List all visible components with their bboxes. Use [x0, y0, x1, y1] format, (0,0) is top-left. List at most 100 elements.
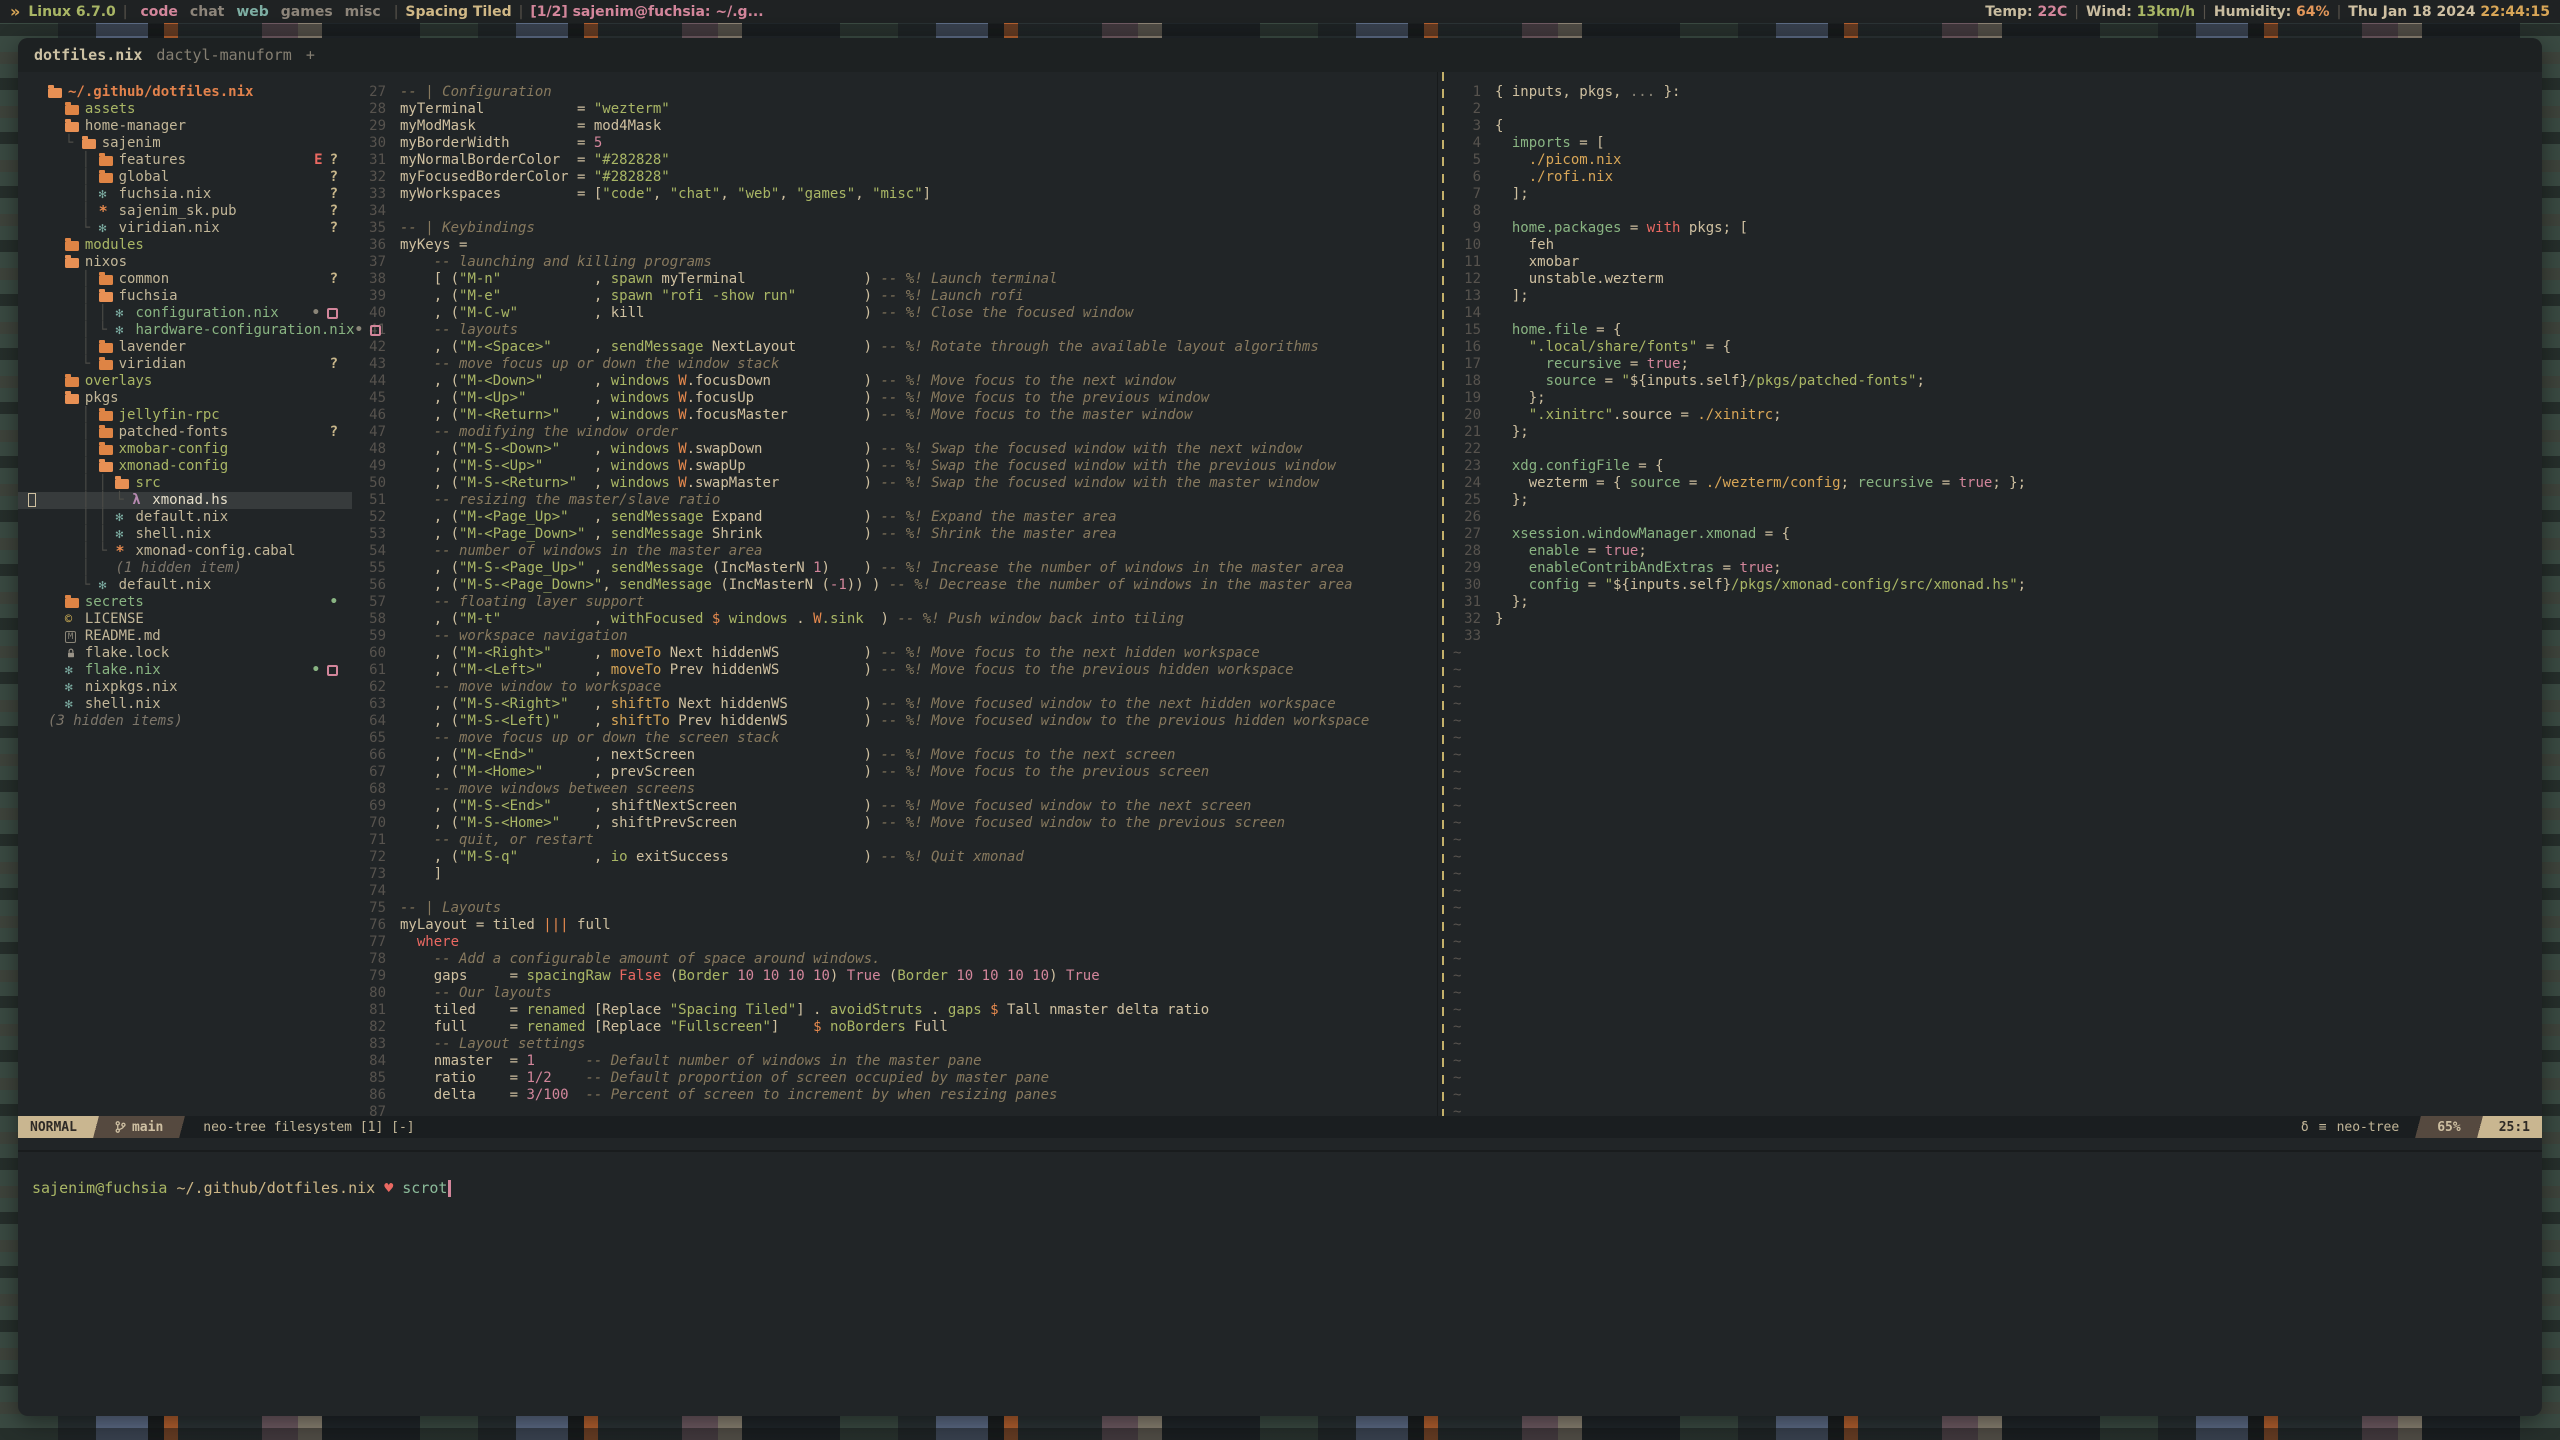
workspace-games[interactable]: games — [275, 4, 339, 20]
rightpane-line-21: 21 }; — [1447, 424, 2542, 441]
rightpane-line-13: 13 ]; — [1447, 288, 2542, 305]
tree-item---.github-dotfiles.nix[interactable]: ~/.github/dotfiles.nix — [18, 84, 352, 101]
tree-item--3-hidden-items-[interactable]: (3 hidden items) — [18, 713, 352, 730]
git-status-badges: • — [355, 322, 381, 339]
tree-item-xmobar-config[interactable]: │ xmobar-config — [18, 441, 352, 458]
line-number: 27 — [1447, 526, 1481, 543]
editor-line-57: 57 -- floating layer support — [352, 594, 1437, 611]
line-number: 50 — [352, 475, 386, 492]
indent-guide — [48, 373, 65, 390]
tree-item-viridian.nix[interactable]: └ ✻viridian.nix? — [18, 220, 352, 237]
code-text: { inputs, pkgs, ... }: — [1481, 84, 1680, 101]
tree-item-xmonad-config[interactable]: │ xmonad-config — [18, 458, 352, 475]
empty-line-tilde: ~ — [1447, 1036, 2542, 1053]
tree-item-xmonad-config.cabal[interactable]: │ └ *xmonad-config.cabal — [18, 543, 352, 560]
editor-line-45: 45 , ("M-<Up>" , windows W.focusUp ) -- … — [352, 390, 1437, 407]
editor-line-75: 75-- | Layouts — [352, 900, 1437, 917]
nix-file-icon: ✻ — [115, 509, 135, 526]
tree-item-fuchsia[interactable]: │ fuchsia — [18, 288, 352, 305]
tree-item-jellyfin-rpc[interactable]: │ jellyfin-rpc — [18, 407, 352, 424]
git-unstaged-icon — [370, 325, 381, 336]
separator: | — [116, 4, 135, 20]
editor-line-52: 52 , ("M-<Page_Up>" , sendMessage Expand… — [352, 509, 1437, 526]
tree-item-nixpkgs.nix[interactable]: ✻nixpkgs.nix — [18, 679, 352, 696]
git-status-badges: • — [330, 594, 338, 611]
workspace-chat[interactable]: chat — [184, 4, 230, 20]
code-text: , ("M-S-<Home>" , shiftPrevScreen ) -- %… — [386, 815, 1285, 832]
code-text: home.file = { — [1481, 322, 1621, 339]
tree-item--1-hidden-item-[interactable]: │ (1 hidden item) — [18, 560, 352, 577]
tree-item-global[interactable]: │ global? — [18, 169, 352, 186]
tree-item-fuchsia.nix[interactable]: │ ✻fuchsia.nix? — [18, 186, 352, 203]
tree-item-assets[interactable]: assets — [18, 101, 352, 118]
rightpane-line-7: 7 ]; — [1447, 186, 2542, 203]
tree-item-viridian[interactable]: └ viridian? — [18, 356, 352, 373]
code-text: -- quit, or restart — [386, 832, 594, 849]
tree-item-default.nix[interactable]: │ │ ✻default.nix — [18, 509, 352, 526]
workspace-code[interactable]: code — [134, 4, 183, 20]
code-text: -- Add a configurable amount of space ar… — [386, 951, 880, 968]
tree-item-hardware-configuration.nix[interactable]: │ └ ✻hardware-configuration.nix• — [18, 322, 352, 339]
neo-tree-panel[interactable]: ~/.github/dotfiles.nix assets home-manag… — [18, 72, 352, 1116]
line-number: 23 — [1447, 458, 1481, 475]
tree-item-shell.nix[interactable]: │ │ ✻shell.nix — [18, 526, 352, 543]
tree-item-features[interactable]: │ featuresE? — [18, 152, 352, 169]
tab-dactyl-manuform[interactable]: dactyl-manuform — [156, 46, 291, 64]
tree-item-overlays[interactable]: overlays — [18, 373, 352, 390]
line-number: 68 — [352, 781, 386, 798]
tree-item-patched-fonts[interactable]: │ patched-fonts? — [18, 424, 352, 441]
tree-item-home-manager[interactable]: home-manager — [18, 118, 352, 135]
rightpane-line-16: 16 ".local/share/fonts" = { — [1447, 339, 2542, 356]
code-text: , ("M-e" , spawn "rofi -show run" ) -- %… — [386, 288, 1024, 305]
temp-value: 22C — [2037, 4, 2067, 20]
tree-item-shell.nix[interactable]: ✻shell.nix — [18, 696, 352, 713]
empty-line-tilde: ~ — [1447, 985, 2542, 1002]
editor-line-39: 39 , ("M-e" , spawn "rofi -show run" ) -… — [352, 288, 1437, 305]
folder-closed-icon — [99, 156, 119, 166]
line-number: 11 — [1447, 254, 1481, 271]
code-text: enableContribAndExtras = true; — [1481, 560, 1782, 577]
window-separator[interactable] — [1437, 72, 1447, 1116]
code-text: }; — [1481, 390, 1546, 407]
code-text: , ("M-<Return>" , windows W.focusMaster … — [386, 407, 1192, 424]
editor-pane-xmonad-hs[interactable]: 27-- | Configuration28myTerminal = "wezt… — [352, 72, 1437, 1116]
editor-line-54: 54 -- number of windows in the master ar… — [352, 543, 1437, 560]
tree-item-common[interactable]: │ common? — [18, 271, 352, 288]
tree-item-default.nix[interactable]: └ ✻default.nix — [18, 577, 352, 594]
new-tab-button[interactable]: + — [306, 46, 315, 64]
line-number: 56 — [352, 577, 386, 594]
tree-item-xmonad.hs[interactable]: │ │ └ λxmonad.hs — [18, 492, 352, 509]
line-number: 17 — [1447, 356, 1481, 373]
tree-item-configuration.nix[interactable]: │ │ ✻configuration.nix• — [18, 305, 352, 322]
workspace-web[interactable]: web — [230, 4, 274, 20]
editor-line-84: 84 nmaster = 1 -- Default number of wind… — [352, 1053, 1437, 1070]
shell-prompt[interactable]: sajenim@fuchsia ~/.github/dotfiles.nix ♥… — [32, 1178, 451, 1198]
editor-line-73: 73 ] — [352, 866, 1437, 883]
empty-line-tilde: ~ — [1447, 679, 2542, 696]
code-text: -- move window to workspace — [386, 679, 661, 696]
tree-item-nixos[interactable]: nixos — [18, 254, 352, 271]
tree-item-sajenim[interactable]: └ sajenim — [18, 135, 352, 152]
git-status-badges: • — [312, 662, 338, 679]
tree-item-flake.nix[interactable]: ✻flake.nix• — [18, 662, 352, 679]
empty-line-tilde: ~ — [1447, 645, 2542, 662]
tree-item-sajenim_sk.pub[interactable]: │ *sajenim_sk.pub? — [18, 203, 352, 220]
tree-item-LICENSE[interactable]: ©LICENSE — [18, 611, 352, 628]
line-number: 59 — [352, 628, 386, 645]
tab-dotfiles[interactable]: dotfiles.nix — [34, 46, 142, 64]
editor-line-42: 42 , ("M-<Space>" , sendMessage NextLayo… — [352, 339, 1437, 356]
tree-item-src[interactable]: │ │ src — [18, 475, 352, 492]
tree-item-modules[interactable]: modules — [18, 237, 352, 254]
tree-item-README.md[interactable]: MREADME.md — [18, 628, 352, 645]
workspace-misc[interactable]: misc — [339, 4, 387, 20]
tree-item-lavender[interactable]: │ lavender — [18, 339, 352, 356]
tab-bar: dotfiles.nix dactyl-manuform + — [18, 38, 2542, 72]
tree-item-pkgs[interactable]: pkgs — [18, 390, 352, 407]
tree-item-secrets[interactable]: secrets• — [18, 594, 352, 611]
editor-pane-nix[interactable]: 1{ inputs, pkgs, ... }:23{4 imports = [5… — [1447, 72, 2542, 1116]
tree-item-label: home-manager — [85, 118, 186, 135]
rightpane-line-25: 25 }; — [1447, 492, 2542, 509]
editor-line-40: 40 , ("M-C-w" , kill ) -- %! Close the f… — [352, 305, 1437, 322]
editor-line-72: 72 , ("M-S-q" , io exitSuccess ) -- %! Q… — [352, 849, 1437, 866]
tree-item-flake.lock[interactable]: flake.lock — [18, 645, 352, 662]
